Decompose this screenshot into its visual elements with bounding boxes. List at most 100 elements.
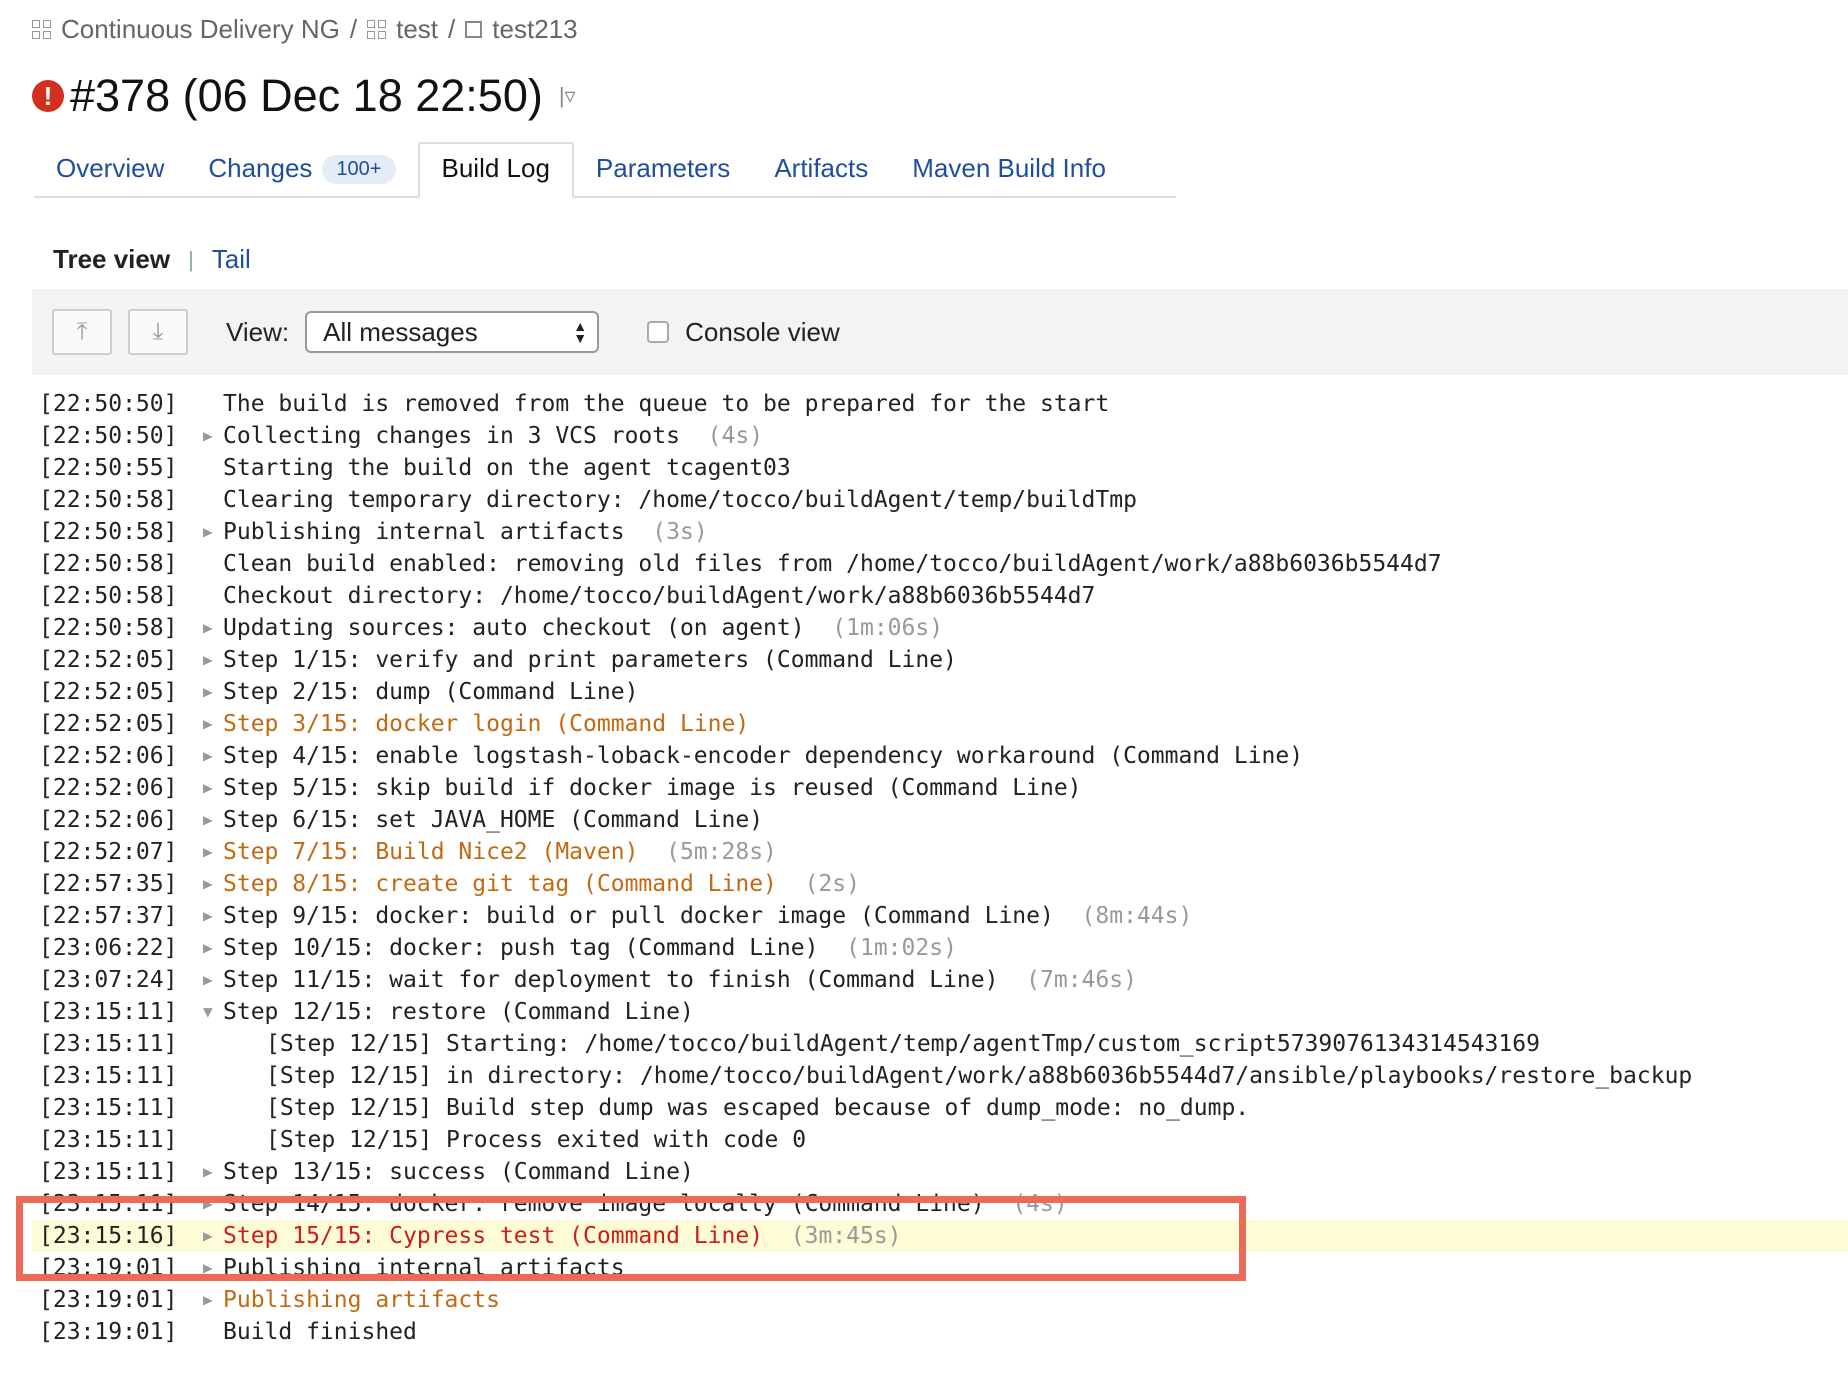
log-row: [22:50:58] Clean build enabled: removing …	[32, 548, 1848, 580]
collapsed-triangle-icon[interactable]: ▶	[203, 1188, 213, 1220]
log-row[interactable]: [22:52:05] ▶ Step 2/15: dump (Command Line…	[32, 676, 1848, 708]
collapsed-triangle-icon[interactable]: ▶	[203, 420, 213, 452]
log-message: Updating sources: auto checkout (on agen…	[223, 612, 943, 644]
log-message: Publishing internal artifacts (3s)	[223, 516, 708, 548]
duration: (1m:06s)	[832, 615, 944, 641]
log-row[interactable]: [22:52:05] ▶ Step 1/15: verify and print p…	[32, 644, 1848, 676]
collapsed-triangle-icon[interactable]: ▶	[203, 1156, 213, 1188]
timestamp: [23:19:01]	[39, 1255, 178, 1281]
breadcrumb-separator: /	[349, 14, 358, 44]
log-row[interactable]: [22:52:07] ▶ Step 7/15: Build Nice2 (Maven…	[32, 836, 1848, 868]
log-message: Step 4/15: enable logstash-loback-encode…	[223, 740, 1303, 772]
download-button[interactable]: ⤓	[128, 309, 188, 355]
log-message: Build finished	[223, 1316, 417, 1348]
log-row[interactable]: [23:06:22] ▶ Step 10/15: docker: push tag …	[32, 932, 1848, 964]
collapsed-triangle-icon[interactable]: ▶	[203, 804, 213, 836]
log-message: [Step 12/15] Build step dump was escaped…	[266, 1092, 1249, 1124]
log-row[interactable]: [22:52:06] ▶ Step 6/15: set JAVA_HOME (Com…	[32, 804, 1848, 836]
log-message: Clean build enabled: removing old files …	[223, 548, 1442, 580]
scroll-to-top-button[interactable]: ⤒	[52, 309, 112, 355]
console-view-label[interactable]: Console view	[685, 317, 840, 348]
message-text: Step 7/15: Build Nice2 (Maven)	[223, 839, 639, 865]
log-message: Checkout directory: /home/tocco/buildAge…	[223, 580, 1095, 612]
log-row[interactable]: [23:19:01] ▶ Publishing artifacts	[32, 1284, 1848, 1316]
log-row[interactable]: [23:07:24] ▶ Step 11/15: wait for deployme…	[32, 964, 1848, 996]
expanded-triangle-icon[interactable]: ▼	[203, 996, 213, 1028]
collapsed-triangle-icon[interactable]: ▶	[203, 964, 213, 996]
log-row[interactable]: [22:50:50] ▶ Collecting changes in 3 VCS r…	[32, 420, 1848, 452]
timestamp: [22:50:50]	[39, 391, 178, 417]
log-row[interactable]: [22:52:05] ▶ Step 3/15: docker login (Comm…	[32, 708, 1848, 740]
log-row[interactable]: [22:57:35] ▶ Step 8/15: create git tag (Co…	[32, 868, 1848, 900]
log-view-switcher: Tree view | Tail	[53, 244, 251, 275]
log-row[interactable]: [22:52:06] ▶ Step 5/15: skip build if dock…	[32, 772, 1848, 804]
message-text: Checkout directory: /home/tocco/buildAge…	[223, 583, 1096, 609]
timestamp: [22:52:07]	[39, 839, 178, 865]
collapsed-triangle-icon[interactable]: ▶	[203, 1252, 213, 1284]
tab-maven-build-info[interactable]: Maven Build Info	[890, 140, 1128, 196]
message-text: Collecting changes in 3 VCS roots	[223, 423, 680, 449]
tab-bar: Overview Changes 100+ Build Log Parameter…	[34, 142, 1176, 198]
log-message: Step 14/15: docker: remove image locally…	[223, 1188, 1068, 1220]
collapsed-triangle-icon[interactable]: ▶	[203, 1284, 213, 1316]
log-message: [Step 12/15] Starting: /home/tocco/build…	[266, 1028, 1540, 1060]
log-row[interactable]: [22:57:37] ▶ Step 9/15: docker: build or p…	[32, 900, 1848, 932]
collapsed-triangle-icon[interactable]: ▶	[203, 836, 213, 868]
collapsed-triangle-icon[interactable]: ▶	[203, 708, 213, 740]
message-text: Step 5/15: skip build if docker image is…	[223, 775, 1082, 801]
view-select[interactable]: All messages ▲ ▼	[305, 311, 600, 353]
log-row[interactable]: [23:15:11] ▶ Step 13/15: success (Command …	[32, 1156, 1848, 1188]
timestamp: [23:15:11]	[39, 1159, 178, 1185]
tab-label: Overview	[56, 153, 165, 183]
timestamp: [22:57:37]	[39, 903, 178, 929]
log-row[interactable]: [22:52:06] ▶ Step 4/15: enable logstash-lo…	[32, 740, 1848, 772]
collapsed-triangle-icon[interactable]: ▶	[203, 740, 213, 772]
message-text: Step 4/15: enable logstash-loback-encode…	[223, 743, 1304, 769]
chevron-down-icon[interactable]: |▿	[559, 83, 576, 109]
collapsed-triangle-icon[interactable]: ▶	[203, 516, 213, 548]
collapsed-triangle-icon[interactable]: ▶	[203, 644, 213, 676]
changes-count-badge: 100+	[322, 155, 396, 184]
message-text: Clean build enabled: removing old files …	[223, 551, 1442, 577]
collapsed-triangle-icon[interactable]: ▶	[203, 868, 213, 900]
tab-parameters[interactable]: Parameters	[574, 140, 752, 196]
log-row[interactable]: [23:15:11] ▶ Step 14/15: docker: remove im…	[32, 1188, 1848, 1220]
timestamp: [22:50:50]	[39, 423, 178, 449]
log-row[interactable]: [23:19:01] ▶ Publishing internal artifacts	[32, 1252, 1848, 1284]
collapsed-triangle-icon[interactable]: ▶	[203, 932, 213, 964]
log-row: [22:50:58] Checkout directory: /home/tocc…	[32, 580, 1848, 612]
tab-build-log[interactable]: Build Log	[417, 142, 574, 198]
collapsed-triangle-icon[interactable]: ▶	[203, 772, 213, 804]
collapsed-triangle-icon[interactable]: ▶	[203, 900, 213, 932]
breadcrumb-build-config[interactable]: test213	[492, 14, 577, 45]
log-message: Step 9/15: docker: build or pull docker …	[223, 900, 1192, 932]
breadcrumb-project[interactable]: Continuous Delivery NG	[61, 14, 340, 45]
collapsed-triangle-icon[interactable]: ▶	[203, 1220, 213, 1252]
message-text: Step 6/15: set JAVA_HOME (Command Line)	[223, 807, 764, 833]
log-row[interactable]: [22:50:58] ▶ Publishing internal artifacts…	[32, 516, 1848, 548]
tab-artifacts[interactable]: Artifacts	[752, 140, 890, 196]
tab-changes[interactable]: Changes 100+	[186, 140, 417, 196]
timestamp: [22:52:05]	[39, 679, 178, 705]
log-row[interactable]: [22:50:58] ▶ Updating sources: auto checko…	[32, 612, 1848, 644]
tab-overview[interactable]: Overview	[34, 140, 186, 196]
tab-label: Parameters	[595, 153, 731, 183]
log-row[interactable]: [23:15:11] ▼ Step 12/15: restore (Command …	[32, 996, 1848, 1028]
collapsed-triangle-icon[interactable]: ▶	[203, 676, 213, 708]
timestamp: [22:52:06]	[39, 743, 178, 769]
log-row[interactable]: [23:15:16] ▶ Step 15/15: Cypress test (Com…	[32, 1220, 1848, 1252]
collapsed-triangle-icon[interactable]: ▶	[203, 612, 213, 644]
log-message: [Step 12/15] Process exited with code 0	[266, 1124, 806, 1156]
message-text: Step 9/15: docker: build or pull docker …	[223, 903, 1054, 929]
timestamp: [23:15:11]	[39, 1095, 178, 1121]
log-row: [22:50:58] Clearing temporary directory: …	[32, 484, 1848, 516]
breadcrumb-subproject[interactable]: test	[396, 14, 438, 45]
console-view-checkbox[interactable]	[647, 321, 670, 343]
log-message: Step 15/15: Cypress test (Command Line) …	[223, 1220, 902, 1252]
timestamp: [23:19:01]	[39, 1319, 178, 1345]
tail-link[interactable]: Tail	[212, 244, 251, 275]
duration: (4s)	[1012, 1191, 1068, 1217]
timestamp: [23:15:16]	[39, 1223, 178, 1249]
tree-view-link[interactable]: Tree view	[53, 244, 170, 275]
tab-label: Build Log	[441, 153, 550, 183]
